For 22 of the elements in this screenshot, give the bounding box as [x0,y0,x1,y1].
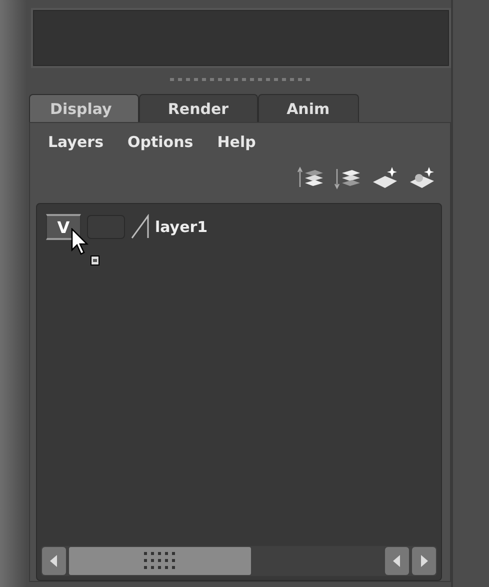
mouse-cursor-icon [71,228,101,268]
layer-color-icon[interactable] [131,214,149,240]
left-arrow-icon [393,555,401,567]
new-layer-icon[interactable] [371,165,399,190]
layer-name[interactable]: layer1 [155,218,208,236]
tab[interactable]: Anim [258,94,359,122]
tab[interactable]: Render [138,94,258,122]
new-layer-from-selection-icon[interactable] [408,165,436,190]
grip-icon [143,551,177,571]
menu-item[interactable]: Help [217,133,256,161]
scroll-right-button[interactable] [412,547,436,575]
left-arrow-icon [50,555,58,567]
splitter-handle[interactable] [170,78,310,80]
menu-item[interactable]: Options [128,133,194,161]
scrollbar[interactable] [41,546,437,576]
right-arrow-icon [420,555,428,567]
scroll-left-button[interactable] [385,547,409,575]
scroll-left-button[interactable] [42,547,66,575]
move-layer-up-icon[interactable] [297,165,325,190]
menu-item[interactable]: Layers [48,133,104,161]
scroll-thumb[interactable] [69,547,251,575]
tab[interactable]: Display [29,94,139,122]
